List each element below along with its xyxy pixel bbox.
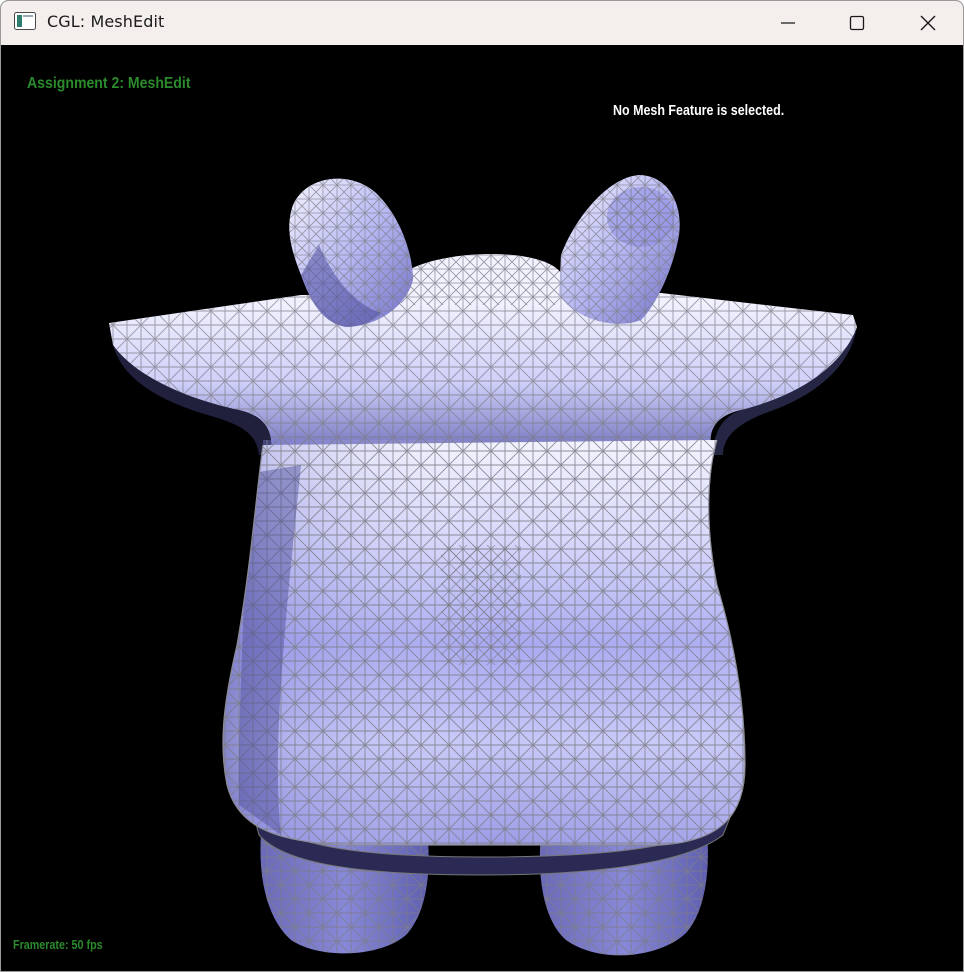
maximize-icon — [849, 15, 865, 31]
mesh-scene[interactable] — [1, 45, 963, 972]
title-bar[interactable]: CGL: MeshEdit — [1, 1, 963, 45]
cow-arms — [109, 293, 857, 455]
app-window: CGL: MeshEdit Assignment 2: MeshEdit No … — [0, 0, 964, 972]
cow-body — [222, 439, 746, 846]
framerate-readout: Framerate: 50 fps — [13, 938, 103, 952]
close-button[interactable] — [893, 1, 963, 45]
close-icon — [920, 15, 936, 31]
assignment-title: Assignment 2: MeshEdit — [27, 75, 191, 92]
minimize-icon — [781, 22, 795, 24]
window-title: CGL: MeshEdit — [47, 12, 165, 31]
render-viewport[interactable]: Assignment 2: MeshEdit No Mesh Feature i… — [1, 45, 963, 972]
maximize-button[interactable] — [822, 1, 892, 45]
minimize-button[interactable] — [753, 1, 823, 45]
selection-status: No Mesh Feature is selected. — [613, 103, 785, 119]
app-icon — [14, 12, 36, 30]
